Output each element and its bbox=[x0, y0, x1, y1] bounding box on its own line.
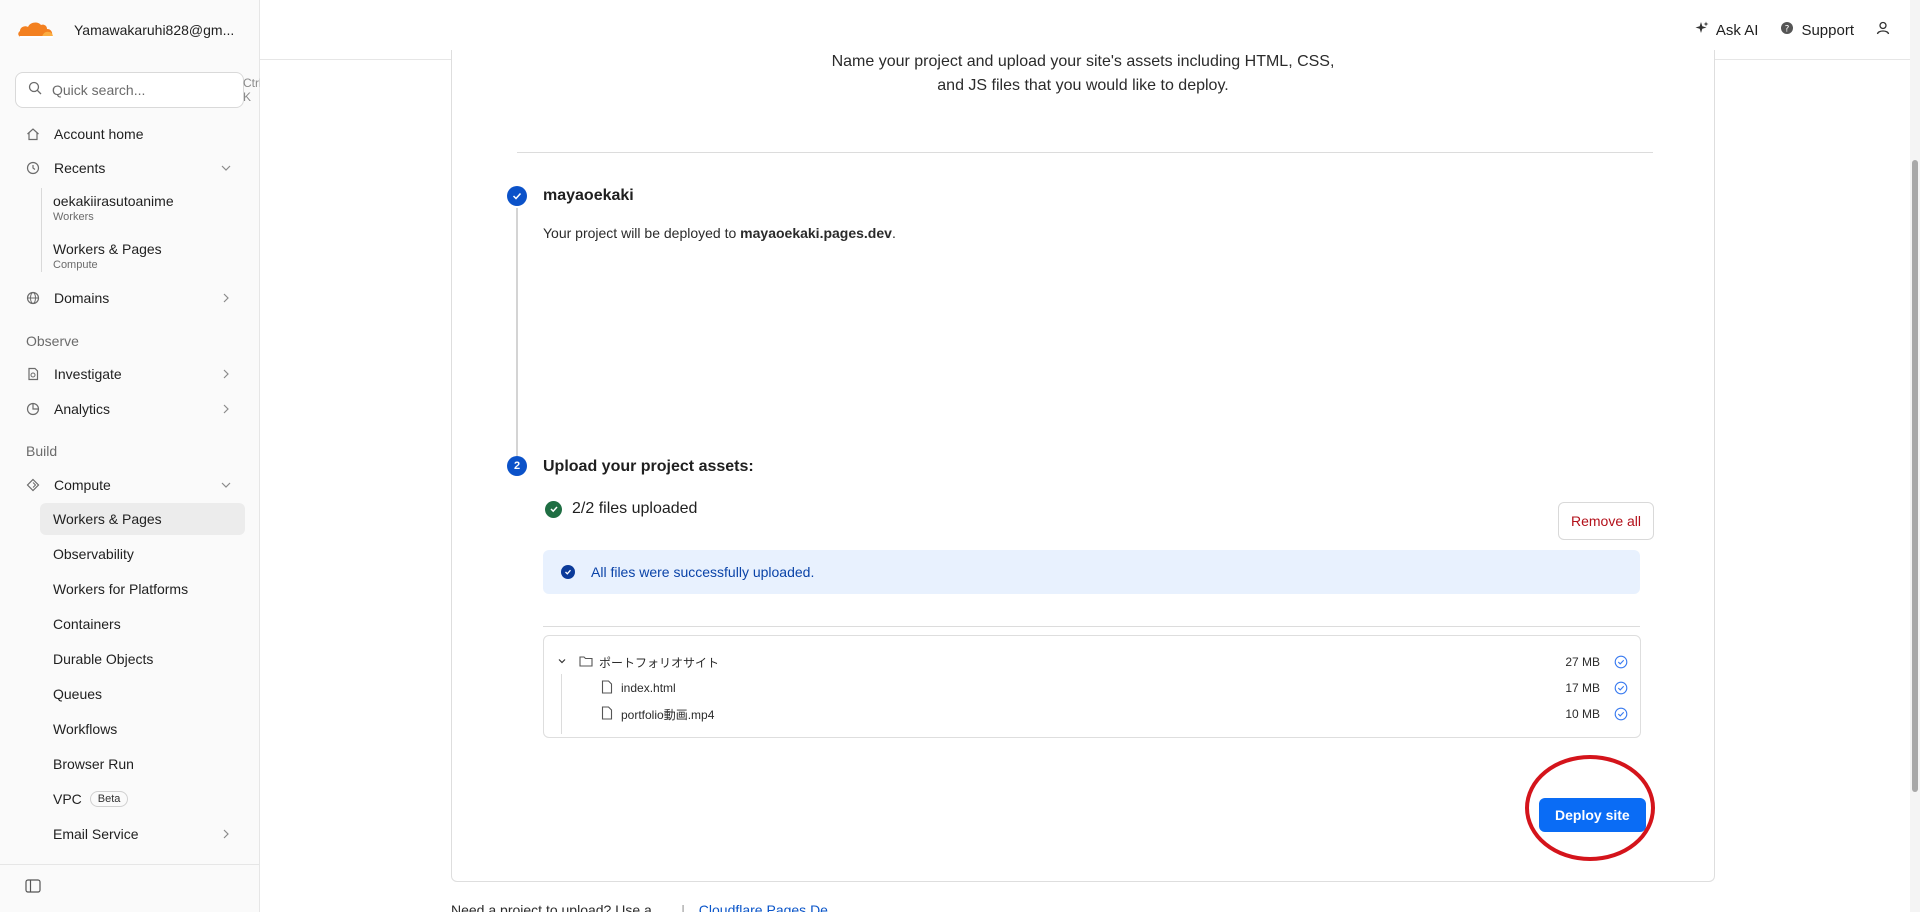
upload-check-icon bbox=[1614, 707, 1628, 721]
compute-icon bbox=[26, 478, 40, 492]
file-row[interactable]: portfolio動画.mp4 10 MB bbox=[544, 702, 1640, 726]
sidebar-item-workflows[interactable]: Workflows bbox=[40, 713, 245, 745]
user-menu-button[interactable] bbox=[1876, 21, 1890, 39]
help-icon: ? bbox=[1780, 21, 1794, 39]
sidebar-item-compute[interactable]: Compute bbox=[14, 468, 245, 502]
deploy-domain: mayaoekaki.pages.dev bbox=[740, 225, 892, 241]
pie-chart-icon bbox=[26, 402, 40, 416]
deploy-card: Name your project and upload your site's… bbox=[451, 50, 1715, 882]
sidebar-toggle-icon[interactable] bbox=[25, 879, 41, 898]
sidebar-item-vpc[interactable]: VPC Beta bbox=[40, 783, 245, 815]
chevron-down-icon bbox=[219, 478, 233, 492]
step-1-complete-icon bbox=[507, 186, 527, 206]
recents-rail bbox=[41, 188, 42, 272]
chevron-down-icon[interactable] bbox=[556, 655, 568, 670]
annotation-circle bbox=[1525, 755, 1655, 861]
check-circle-icon bbox=[545, 500, 562, 518]
step-rail bbox=[516, 208, 518, 456]
section-observe: Observe bbox=[26, 333, 79, 349]
search-shortcut: Ctrl K bbox=[243, 76, 262, 104]
sidebar-item-queues[interactable]: Queues bbox=[40, 678, 245, 710]
beta-badge: Beta bbox=[89, 791, 129, 807]
file-row[interactable]: index.html 17 MB bbox=[544, 674, 1640, 734]
account-name: Yamawakaruhi828@gm... bbox=[74, 22, 235, 38]
project-name: mayaoekaki bbox=[543, 187, 634, 204]
user-icon bbox=[1876, 21, 1890, 39]
investigate-icon bbox=[26, 367, 40, 381]
chevron-right-icon bbox=[219, 291, 233, 305]
sparkle-icon bbox=[1695, 21, 1709, 39]
file-icon bbox=[601, 679, 613, 697]
upload-title: Upload your project assets: bbox=[543, 458, 754, 475]
intro-text: Name your project and upload your site's… bbox=[831, 53, 1335, 94]
pages-docs-link[interactable]: Cloudflare Pages De... bbox=[699, 902, 840, 912]
quick-search[interactable]: Ctrl K bbox=[15, 72, 262, 108]
globe-icon bbox=[26, 291, 40, 305]
account-switcher[interactable]: Yamawakaruhi828@gm... bbox=[0, 0, 259, 60]
sidebar-item-account-home[interactable]: Account home bbox=[14, 117, 245, 151]
search-input[interactable] bbox=[52, 82, 233, 98]
sidebar-item-containers[interactable]: Containers bbox=[40, 608, 245, 640]
chevron-down-icon bbox=[219, 161, 233, 175]
remove-all-button[interactable]: Remove all bbox=[1558, 502, 1655, 540]
step-2-number: 2 bbox=[507, 456, 527, 476]
recent-item[interactable]: Workers & Pages Compute bbox=[53, 241, 162, 271]
footer-help: Need a project to upload? Use a ... | Cl… bbox=[451, 902, 840, 912]
success-banner: All files were successfully uploaded. bbox=[543, 550, 1640, 594]
sidebar-item-investigate[interactable]: Investigate bbox=[14, 357, 245, 391]
scrollbar[interactable] bbox=[1910, 0, 1920, 912]
chevron-right-icon bbox=[219, 367, 233, 381]
chevron-right-icon bbox=[219, 827, 233, 844]
deploy-target-text: Your project will be deployed to mayaoek… bbox=[543, 225, 896, 241]
sidebar-item-workers-pages[interactable]: Workers & Pages bbox=[40, 503, 245, 535]
sidebar-item-email-service[interactable]: Email Service bbox=[40, 818, 245, 850]
cloudflare-logo-icon bbox=[16, 19, 56, 41]
file-row-folder[interactable]: ポートフォリオサイト 27 MB bbox=[544, 650, 1640, 674]
sidebar: Yamawakaruhi828@gm... Ctrl K Account hom… bbox=[0, 0, 262, 912]
upload-check-icon bbox=[1614, 655, 1628, 669]
sidebar-item-workers-for-platforms[interactable]: Workers for Platforms bbox=[40, 573, 245, 605]
sidebar-item-recents[interactable]: Recents bbox=[14, 151, 245, 185]
recent-item[interactable]: oekakiirasutoanime Workers bbox=[53, 193, 174, 223]
svg-text:?: ? bbox=[1785, 25, 1790, 35]
sidebar-item-domains[interactable]: Domains bbox=[14, 281, 245, 315]
file-icon bbox=[601, 705, 613, 723]
history-icon bbox=[26, 161, 40, 175]
files-divider bbox=[543, 626, 1640, 627]
section-build: Build bbox=[26, 443, 58, 459]
search-icon bbox=[28, 81, 42, 100]
scrollbar-thumb[interactable] bbox=[1912, 160, 1918, 792]
sidebar-item-analytics[interactable]: Analytics bbox=[14, 392, 245, 426]
support-button[interactable]: ? Support bbox=[1780, 21, 1854, 39]
chevron-right-icon bbox=[219, 402, 233, 416]
folder-icon bbox=[579, 655, 593, 670]
sidebar-item-durable-objects[interactable]: Durable Objects bbox=[40, 643, 245, 675]
upload-status: 2/2 files uploaded bbox=[545, 500, 697, 518]
sidebar-item-observability[interactable]: Observability bbox=[40, 538, 245, 570]
intro-divider bbox=[517, 152, 1653, 153]
sidebar-item-browser-run[interactable]: Browser Run bbox=[40, 748, 245, 780]
file-tree: ポートフォリオサイト 27 MB index.html 17 MB portfo… bbox=[543, 635, 1641, 738]
main-content: Name your project and upload your site's… bbox=[260, 50, 1910, 912]
upload-check-icon bbox=[1614, 681, 1628, 695]
info-check-icon bbox=[561, 565, 575, 579]
home-icon bbox=[26, 127, 40, 141]
ask-ai-button[interactable]: Ask AI bbox=[1695, 21, 1758, 39]
sidebar-footer bbox=[0, 864, 259, 912]
